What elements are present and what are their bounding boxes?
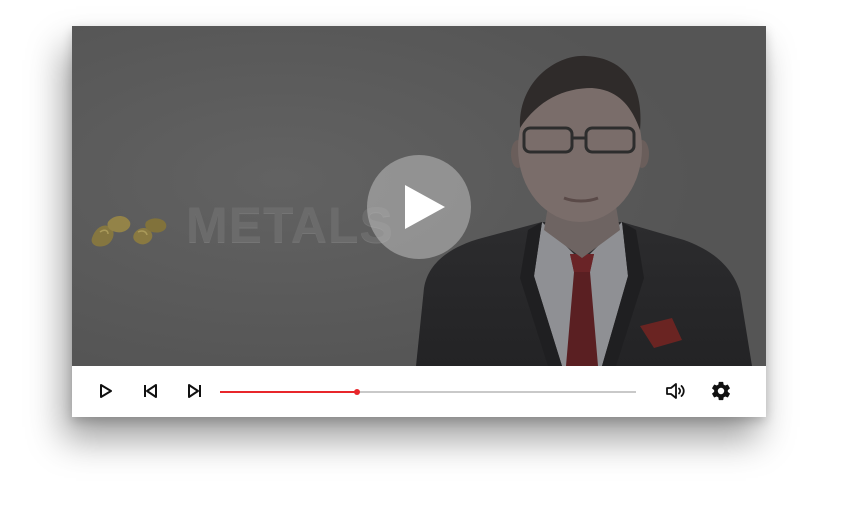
controls-bar: [72, 366, 766, 417]
volume-button[interactable]: [664, 380, 686, 402]
settings-button[interactable]: [710, 380, 732, 402]
big-play-button[interactable]: [367, 155, 471, 259]
skip-previous-icon: [144, 384, 157, 398]
volume-icon: [666, 383, 685, 399]
previous-button[interactable]: [139, 380, 161, 402]
gear-icon: [712, 381, 730, 401]
progress-fill: [220, 391, 357, 393]
play-icon: [100, 384, 112, 398]
video-title-overlay: METALS: [186, 197, 394, 253]
progress-handle[interactable]: [354, 389, 360, 395]
video-frame[interactable]: METALS: [72, 26, 766, 366]
progress-bar[interactable]: [220, 389, 636, 395]
next-button[interactable]: [184, 380, 206, 402]
video-player: METALS: [72, 26, 766, 417]
skip-next-icon: [188, 384, 201, 398]
play-button[interactable]: [94, 380, 116, 402]
play-circle-icon: [405, 185, 445, 229]
